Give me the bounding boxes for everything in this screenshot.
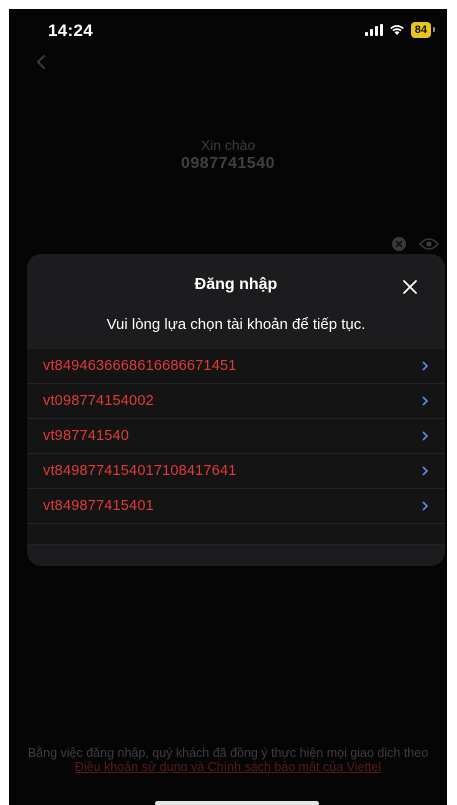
- eye-icon[interactable]: [419, 237, 439, 251]
- clear-icon[interactable]: [391, 236, 407, 252]
- sheet-subtitle: Vui lòng lựa chọn tài khoản để tiếp tục.: [106, 316, 366, 333]
- account-item[interactable]: vt8494636668616686671451: [27, 349, 445, 384]
- chevron-right-icon: [422, 501, 429, 511]
- account-list: vt8494636668616686671451 vt098774154002 …: [27, 349, 445, 545]
- account-label: vt8498774154017108417641: [43, 463, 237, 479]
- wifi-icon: [389, 25, 404, 35]
- account-label: vt8494636668616686671451: [43, 358, 237, 374]
- battery-indicator: 84: [410, 22, 436, 38]
- account-item[interactable]: vt987741540: [27, 419, 445, 454]
- signal-icon: [364, 24, 383, 36]
- account-label: vt098774154002: [43, 393, 154, 409]
- account-item[interactable]: vt098774154002: [27, 384, 445, 419]
- home-indicator: [155, 801, 319, 805]
- chevron-right-icon: [422, 466, 429, 476]
- back-chevron-icon[interactable]: [35, 55, 47, 69]
- greeting-text: Xin chào: [200, 137, 256, 153]
- chevron-right-icon: [422, 396, 429, 406]
- login-account-sheet: Đăng nhập Vui lòng lựa chọn tài khoản để…: [27, 254, 445, 566]
- account-item[interactable]: vt8498774154017108417641: [27, 454, 445, 489]
- sheet-title: Đăng nhập: [194, 276, 278, 293]
- list-spacer: [27, 524, 445, 545]
- account-item[interactable]: vt849877415401: [27, 489, 445, 524]
- terms-link[interactable]: Điều khoản sử dụng và Chính sách bảo mật…: [75, 760, 381, 774]
- account-label: vt987741540: [43, 428, 130, 444]
- chevron-right-icon: [422, 361, 429, 371]
- close-icon[interactable]: [401, 278, 419, 296]
- chevron-right-icon: [422, 431, 429, 441]
- phone-number-text: 0987741540: [181, 155, 275, 172]
- status-icons: 84: [364, 22, 436, 38]
- terms-footer: Bằng việc đăng nhập, quý khách đã đồng ý…: [9, 746, 447, 774]
- terms-text: Bằng việc đăng nhập, quý khách đã đồng ý…: [27, 746, 429, 760]
- password-field-icons: [391, 236, 439, 252]
- phone-screen: 14:24 84 Xin chào 0987741540 Đăng nhập V…: [9, 9, 447, 805]
- account-label: vt849877415401: [43, 498, 154, 514]
- status-time: 14:24: [48, 21, 93, 40]
